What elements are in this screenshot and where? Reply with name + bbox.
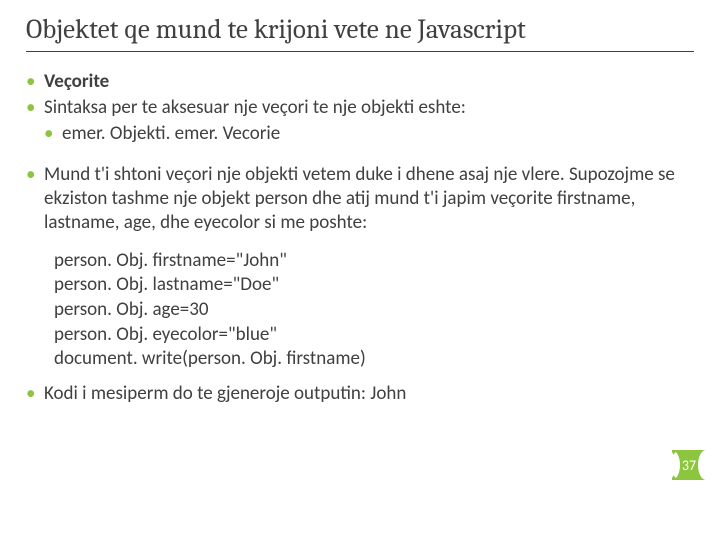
page-number: 37 — [682, 457, 696, 474]
bullet-list: Kodi i mesiperm do te gjeneroje outputin… — [26, 382, 694, 406]
slide: Objektet qe mund te krijoni vete ne Java… — [0, 0, 720, 422]
bullet-text: Mund t'i shtoni veçori nje objekti vetem… — [44, 163, 675, 234]
code-line: person. Obj. lastname="Doe" — [54, 273, 694, 298]
code-line: person. Obj. age=30 — [54, 298, 694, 323]
bullet-text: emer. Objekti. emer. Vecorie — [62, 122, 280, 145]
bullet-text: Kodi i mesiperm do te gjeneroje outputin… — [44, 382, 406, 405]
bullet-list: Veçorite Sintaksa per te aksesuar nje ve… — [26, 70, 694, 145]
bullet-list: Mund t'i shtoni veçori nje objekti vetem… — [26, 163, 694, 234]
bullet-text: Veçorite — [44, 70, 109, 93]
page-number-badge: 37 — [672, 450, 706, 480]
code-line: document. write(person. Obj. firstname) — [54, 347, 694, 372]
spacer — [26, 147, 694, 163]
bullet-sublist: emer. Objekti. emer. Vecorie — [44, 122, 694, 146]
bullet-text: Sintaksa per te aksesuar nje veçori te n… — [44, 96, 466, 119]
code-block: person. Obj. firstname="John" person. Ob… — [54, 249, 694, 372]
bullet-subitem: emer. Objekti. emer. Vecorie — [44, 122, 694, 146]
code-line: person. Obj. eyecolor="blue" — [54, 323, 694, 348]
bullet-item: Kodi i mesiperm do te gjeneroje outputin… — [26, 382, 694, 406]
bullet-item: Sintaksa per te aksesuar nje veçori te n… — [26, 96, 694, 146]
bullet-item: Veçorite — [26, 70, 694, 94]
bullet-item: Mund t'i shtoni veçori nje objekti vetem… — [26, 163, 694, 234]
page-title: Objektet qe mund te krijoni vete ne Java… — [26, 14, 694, 52]
code-line: person. Obj. firstname="John" — [54, 249, 694, 274]
